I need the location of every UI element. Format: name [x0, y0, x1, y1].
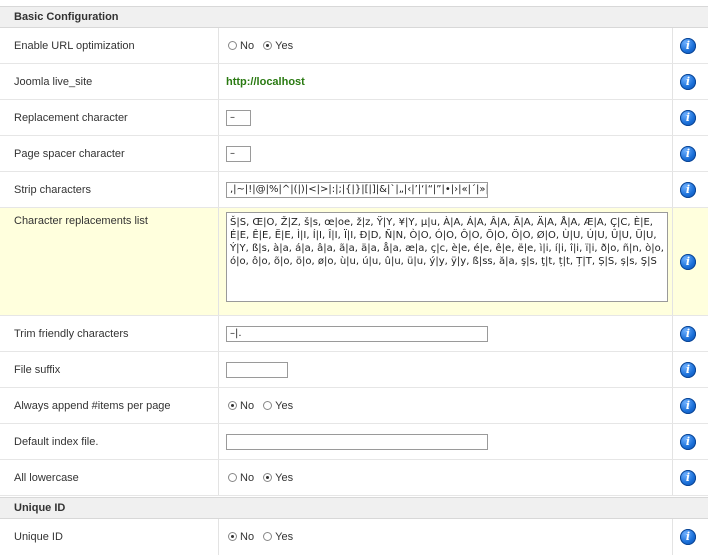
info-icon[interactable]: i — [680, 398, 696, 414]
row-unique-id: Unique ID No Yes i — [0, 519, 708, 555]
row-append-items: Always append #items per page No Yes i — [0, 388, 708, 424]
radio-button[interactable] — [228, 41, 237, 50]
info-icon[interactable]: i — [680, 110, 696, 126]
row-replacement-character: Replacement character – i — [0, 100, 708, 136]
row-strip-characters: Strip characters ,|~|!|@|%|^|(|)|<|>|:|;… — [0, 172, 708, 208]
radio-option-no[interactable]: No — [228, 400, 254, 412]
label-trim-friendly: Trim friendly characters — [14, 328, 129, 340]
label-file-suffix: File suffix — [14, 364, 61, 376]
info-icon[interactable]: i — [680, 434, 696, 450]
row-character-replacements: Character replacements list Š|S, Œ|O, Ž|… — [0, 208, 708, 316]
label-live-site: Joomla live_site — [14, 76, 93, 88]
trim-friendly-input[interactable]: –|. — [226, 326, 488, 342]
radio-button[interactable] — [263, 401, 273, 410]
label-append-items: Always append #items per page — [14, 400, 171, 412]
radio-group-url-optimization: No Yes — [228, 40, 299, 52]
row-trim-friendly: Trim friendly characters –|. i — [0, 316, 708, 352]
page-spacer-input[interactable]: – — [226, 146, 251, 162]
radio-group-all-lowercase: No Yes — [228, 472, 299, 484]
label-replacement-character: Replacement character — [14, 112, 128, 124]
radio-button[interactable] — [263, 473, 273, 482]
section-header-basic: Basic Configuration — [0, 6, 708, 28]
label-page-spacer: Page spacer character — [14, 148, 125, 160]
label-default-index: Default index file. — [14, 436, 99, 448]
info-icon[interactable]: i — [680, 326, 696, 342]
label-url-optimization: Enable URL optimization — [14, 40, 135, 52]
radio-button[interactable] — [228, 532, 237, 541]
replacement-character-input[interactable]: – — [226, 110, 251, 126]
info-icon[interactable]: i — [680, 470, 696, 486]
radio-option-yes[interactable]: Yes — [263, 531, 293, 543]
radio-group-unique-id: No Yes — [228, 531, 299, 543]
info-icon[interactable]: i — [680, 529, 696, 545]
row-page-spacer: Page spacer character – i — [0, 136, 708, 172]
radio-button[interactable] — [263, 532, 273, 541]
default-index-input[interactable] — [226, 434, 488, 450]
radio-option-yes[interactable]: Yes — [263, 400, 293, 412]
info-icon[interactable]: i — [680, 254, 696, 270]
radio-option-no[interactable]: No — [228, 472, 254, 484]
section-header-unique-id: Unique ID — [0, 497, 708, 519]
row-all-lowercase: All lowercase No Yes i — [0, 460, 708, 496]
strip-characters-input[interactable]: ,|~|!|@|%|^|(|)|<|>|:|;|{|}|[|]|&|`|„|‹|… — [226, 182, 488, 198]
radio-option-yes[interactable]: Yes — [263, 40, 293, 52]
row-live-site: Joomla live_site http://localhost i — [0, 64, 708, 100]
character-replacements-textarea[interactable]: Š|S, Œ|O, Ž|Z, š|s, œ|oe, ž|z, Ÿ|Y, ¥|Y,… — [226, 212, 668, 302]
info-icon[interactable]: i — [680, 182, 696, 198]
info-icon[interactable]: i — [680, 74, 696, 90]
radio-group-append-items: No Yes — [228, 400, 299, 412]
section-title: Unique ID — [14, 502, 66, 514]
radio-option-no[interactable]: No — [228, 40, 254, 52]
live-site-value: http://localhost — [226, 76, 305, 88]
label-character-replacements: Character replacements list — [14, 215, 148, 227]
label-strip-characters: Strip characters — [14, 184, 92, 196]
info-icon[interactable]: i — [680, 362, 696, 378]
info-icon[interactable]: i — [680, 38, 696, 54]
row-file-suffix: File suffix i — [0, 352, 708, 388]
radio-option-yes[interactable]: Yes — [263, 472, 293, 484]
file-suffix-input[interactable] — [226, 362, 288, 378]
radio-button[interactable] — [228, 473, 237, 482]
radio-option-no[interactable]: No — [228, 531, 254, 543]
label-all-lowercase: All lowercase — [14, 472, 79, 484]
row-default-index: Default index file. i — [0, 424, 708, 460]
radio-button[interactable] — [228, 401, 237, 410]
row-url-optimization: Enable URL optimization No Yes i — [0, 28, 708, 64]
radio-button[interactable] — [263, 41, 273, 50]
info-icon[interactable]: i — [680, 146, 696, 162]
section-title: Basic Configuration — [14, 11, 119, 23]
label-unique-id: Unique ID — [14, 531, 63, 543]
